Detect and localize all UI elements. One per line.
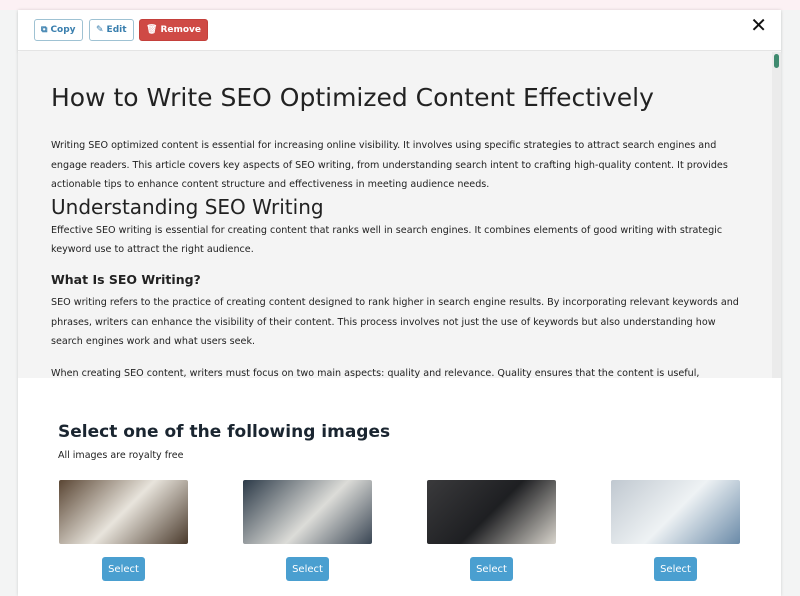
image-option-3[interactable] [427, 480, 556, 544]
background-strip [0, 0, 800, 10]
article-content[interactable]: How to Write SEO Optimized Content Effec… [18, 52, 781, 378]
subsection-heading: What Is SEO Writing? [51, 271, 201, 287]
subsection-paragraph-2: When creating SEO content, writers must … [51, 367, 700, 379]
scrollbar-thumb[interactable] [774, 54, 779, 68]
select-image-1-button[interactable]: Select [102, 557, 145, 581]
edit-button[interactable]: ✎ Edit [89, 19, 134, 41]
section-heading: Understanding SEO Writing [51, 194, 324, 219]
image-option-2[interactable] [243, 480, 372, 544]
image-option-4[interactable] [611, 480, 740, 544]
trash-icon: 🗑 [146, 25, 158, 35]
article-title: How to Write SEO Optimized Content Effec… [51, 83, 654, 112]
close-button[interactable]: ✕ [750, 13, 767, 37]
remove-button[interactable]: 🗑 Remove [139, 19, 209, 41]
scrollbar[interactable] [772, 52, 781, 378]
image-picker-title: Select one of the following images [58, 422, 391, 442]
subsection-paragraph: SEO writing refers to the practice of cr… [51, 297, 739, 347]
image-option-1[interactable] [59, 480, 188, 544]
intro-paragraph: Writing SEO optimized content is essenti… [51, 140, 728, 190]
section-paragraph: Effective SEO writing is essential for c… [51, 224, 723, 256]
article-modal: ⧉ Copy ✎ Edit 🗑 Remove ✕ How to Write SEO O… [18, 10, 781, 596]
copy-icon: ⧉ [41, 25, 48, 35]
image-picker-subtitle: All images are royalty free [58, 450, 184, 461]
pencil-icon: ✎ [96, 25, 104, 35]
select-image-4-button[interactable]: Select [654, 557, 697, 581]
select-image-3-button[interactable]: Select [470, 557, 513, 581]
copy-button[interactable]: ⧉ Copy [34, 19, 83, 41]
modal-toolbar: ⧉ Copy ✎ Edit 🗑 Remove ✕ [18, 10, 781, 51]
select-image-2-button[interactable]: Select [286, 557, 329, 581]
image-picker-panel: Select one of the following images All i… [18, 378, 781, 596]
